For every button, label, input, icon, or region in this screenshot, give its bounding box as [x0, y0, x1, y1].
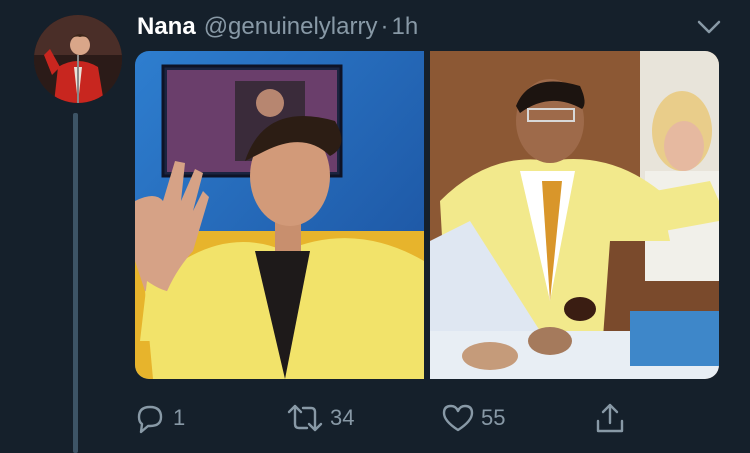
timestamp[interactable]: 1h	[391, 13, 418, 41]
photo-right-image	[430, 51, 719, 379]
share-button[interactable]	[593, 398, 627, 438]
reply-button[interactable]: 1	[133, 398, 185, 438]
retweet-icon	[286, 402, 324, 434]
like-count: 55	[481, 405, 506, 430]
media-photo-right[interactable]	[430, 51, 719, 379]
photo-left-image	[135, 51, 424, 379]
retweet-button[interactable]: 34	[286, 398, 354, 438]
like-icon	[441, 402, 475, 434]
thread-line	[73, 113, 78, 453]
author-name[interactable]: Nana	[137, 13, 196, 41]
like-button[interactable]: 55	[441, 398, 505, 438]
chevron-down-icon[interactable]	[695, 16, 723, 38]
author-handle[interactable]: @genuinelylarry	[204, 13, 378, 41]
tweet-header: Nana @genuinelylarry · 1h	[137, 10, 418, 44]
separator-dot: ·	[380, 13, 389, 40]
share-icon	[593, 401, 627, 435]
retweet-count: 34	[330, 405, 355, 430]
tweet-actions: 1 34 55	[133, 398, 733, 438]
avatar[interactable]	[34, 15, 122, 103]
avatar-image	[34, 15, 122, 103]
reply-count: 1	[173, 405, 186, 430]
tweet: Nana @genuinelylarry · 1h 1 34 55	[0, 0, 750, 453]
media-photo-left[interactable]	[135, 51, 424, 379]
media-grid	[135, 51, 719, 379]
reply-icon	[133, 402, 167, 434]
